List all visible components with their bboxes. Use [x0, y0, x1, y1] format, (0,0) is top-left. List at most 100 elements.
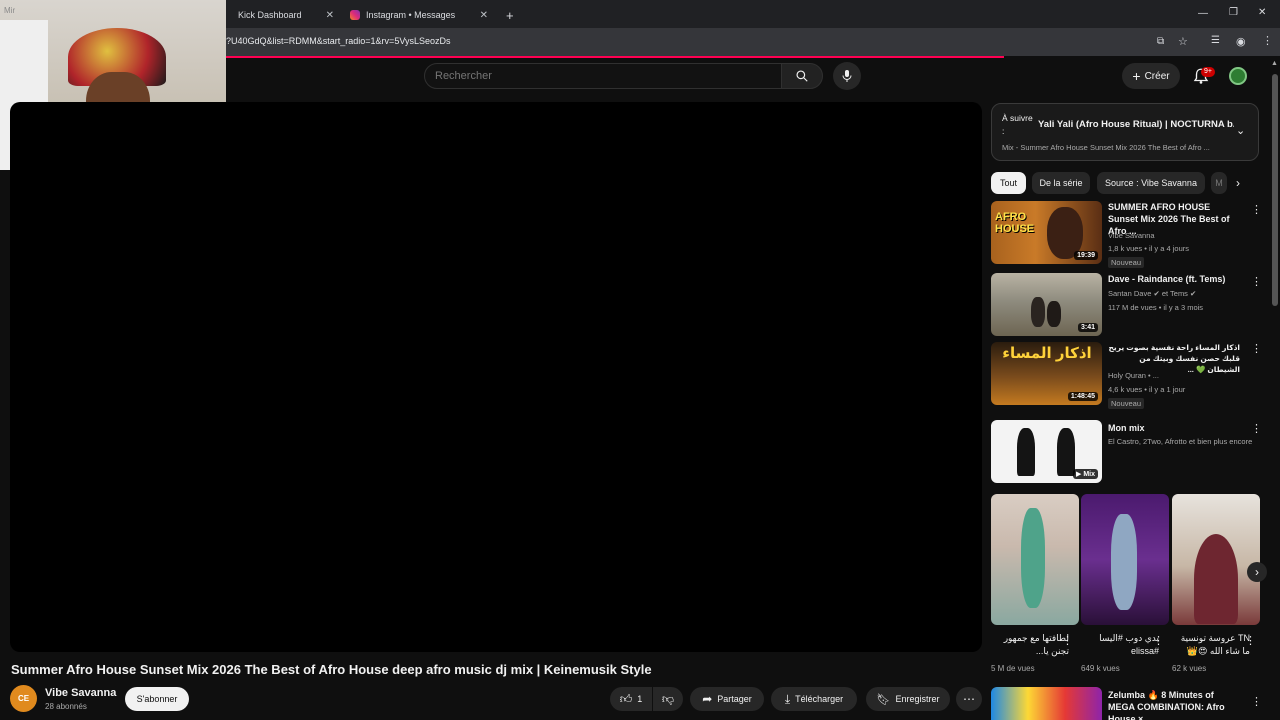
up-next-label: À suivre :: [1002, 113, 1033, 136]
subscribe-button[interactable]: S'abonner: [125, 687, 189, 711]
url-field[interactable]: ?U40GdQ&list=RDMM&start_radio=1&rv=5VysL…: [226, 36, 451, 46]
search-button[interactable]: [781, 63, 823, 89]
duration-badge: 1:48:45: [1067, 392, 1098, 401]
share-label: Partager: [717, 694, 752, 704]
create-label: Créer: [1144, 70, 1170, 82]
more-vertical-icon[interactable]: ⋮: [1153, 634, 1164, 647]
share-button[interactable]: ➦ Partager: [690, 687, 764, 711]
channel-name[interactable]: Vibe Savanna: [1108, 231, 1155, 240]
notifications-badge: 9+: [1201, 67, 1215, 77]
channel-name[interactable]: Santan Dave ✔ et Tems ✔: [1108, 289, 1196, 298]
up-next-title: Yali Yali (Afro House Ritual) | NOCTURNA…: [1038, 119, 1234, 130]
plus-icon: +: [506, 7, 514, 23]
tab-kick-dashboard[interactable]: Kick Dashboard ✕: [230, 4, 340, 26]
short-views: 62 k vues: [1172, 664, 1207, 673]
short-thumbnail[interactable]: [991, 494, 1079, 625]
thumbnail-figure: [1194, 534, 1238, 624]
like-button[interactable]: 👍︎ 1: [610, 687, 652, 711]
list-item[interactable]: 3:41 Dave - Raindance (ft. Tems) Santan …: [991, 273, 1262, 339]
install-icon[interactable]: ⧉: [1157, 36, 1164, 47]
more-vertical-icon[interactable]: ⋮: [1245, 634, 1256, 647]
video-title: Mon mix: [1108, 423, 1145, 433]
chip-de-la-serie[interactable]: De la série: [1032, 172, 1090, 194]
search-input[interactable]: [425, 64, 781, 88]
thumbnail-figure: [1047, 301, 1061, 327]
list-item[interactable]: Zelumba 🔥 8 Minutes of MEGA COMBINATION:…: [991, 687, 1261, 720]
short-views: 5 M de vues: [991, 664, 1035, 673]
up-next-subtitle: Mix - Summer Afro House Sunset Mix 2026 …: [1002, 143, 1210, 152]
chip-tout[interactable]: Tout: [991, 172, 1026, 194]
profile-icon[interactable]: ◉: [1236, 35, 1246, 48]
plus-icon: +: [1132, 68, 1141, 84]
list-item[interactable]: ▶ Mix Mon mix El Castro, 2Two, Afrotto e…: [991, 420, 1262, 486]
channel-avatar[interactable]: CE: [10, 685, 37, 712]
more-vertical-icon[interactable]: ⋮: [1251, 275, 1262, 288]
dislike-button[interactable]: 👎︎: [653, 687, 683, 711]
minimize-icon[interactable]: —: [1198, 8, 1208, 19]
more-vertical-icon[interactable]: ⋮: [1251, 342, 1262, 355]
bookmark-star-icon[interactable]: ☆: [1178, 35, 1188, 48]
close-icon[interactable]: ✕: [326, 10, 334, 21]
video-title: Dave - Raindance (ft. Tems): [1108, 274, 1226, 284]
window-close-icon[interactable]: ✕: [1258, 7, 1266, 18]
more-vertical-icon[interactable]: ⋮: [1251, 203, 1262, 216]
instagram-icon: [350, 10, 360, 20]
list-item[interactable]: AFRO HOUSE 19:39 SUMMER AFRO HOUSE Sunse…: [991, 201, 1262, 268]
scroll-up-icon[interactable]: ▲: [1271, 60, 1278, 67]
subscriber-count: 28 abonnés: [45, 702, 87, 711]
new-tab-button[interactable]: +: [506, 4, 520, 26]
maximize-icon[interactable]: ❐: [1229, 7, 1238, 18]
voice-search-button[interactable]: [833, 62, 861, 90]
channel-name: El Castro, 2Two, Afrotto et bien plus en…: [1108, 437, 1253, 446]
chevron-right-icon[interactable]: ›: [1247, 562, 1267, 582]
download-icon: ⤓: [784, 691, 791, 706]
search-box[interactable]: [424, 63, 782, 89]
video-thumbnail[interactable]: [991, 687, 1102, 720]
short-thumbnail[interactable]: [1081, 494, 1169, 625]
like-count: 1: [637, 694, 643, 704]
microphone-icon: [842, 70, 852, 82]
video-thumbnail[interactable]: AFRO HOUSE 19:39: [991, 201, 1102, 264]
thumbs-down-icon: 👎︎: [661, 691, 675, 706]
thumbnail-figure: [1111, 514, 1137, 610]
download-label: Télécharger: [795, 694, 844, 704]
more-actions-button[interactable]: ⋯: [956, 687, 982, 711]
save-button[interactable]: 🔖︎ Enregistrer: [866, 687, 950, 711]
more-vertical-icon[interactable]: ⋮: [1062, 634, 1073, 647]
short-thumbnail[interactable]: [1172, 494, 1260, 625]
tab-title: Instagram • Messages: [366, 10, 456, 20]
channel-name[interactable]: Holy Quran • ...: [1108, 371, 1159, 380]
up-next-panel[interactable]: À suivre : Yali Yali (Afro House Ritual)…: [991, 103, 1259, 161]
video-thumbnail[interactable]: اذكار المساء 1:48:45: [991, 342, 1102, 405]
video-thumbnail[interactable]: ▶ Mix: [991, 420, 1102, 483]
scrollbar-thumb[interactable]: [1272, 74, 1278, 306]
account-avatar[interactable]: [1229, 67, 1247, 85]
more-vertical-icon[interactable]: ⋮: [1251, 695, 1261, 708]
more-vertical-icon[interactable]: ⋮: [1251, 422, 1262, 435]
video-title: Zelumba 🔥 8 Minutes of MEGA COMBINATION:…: [1108, 690, 1225, 720]
download-button[interactable]: ⤓ Télécharger: [771, 687, 857, 711]
chip-more[interactable]: M: [1211, 172, 1227, 194]
short-title[interactable]: TN عروسة تونسية ما شاء الله 😍👑: [1172, 632, 1250, 658]
duration-badge: 19:39: [1074, 251, 1098, 260]
close-icon[interactable]: ✕: [480, 10, 488, 21]
tab-instagram[interactable]: Instagram • Messages ✕: [344, 4, 494, 26]
channel-name[interactable]: Vibe Savanna: [45, 687, 116, 699]
chevron-right-icon[interactable]: ›: [1236, 176, 1240, 190]
thumbnail-figure: [1021, 508, 1045, 608]
tab-title: Kick Dashboard: [238, 10, 302, 20]
chevron-down-icon[interactable]: ⌄: [1236, 124, 1245, 137]
short-title[interactable]: لطافتها مع جمهور تجنن يا...: [991, 632, 1069, 658]
browser-menu-icon[interactable]: ⋮: [1262, 34, 1273, 47]
video-thumbnail[interactable]: 3:41: [991, 273, 1102, 336]
chip-source[interactable]: Source : Vibe Savanna: [1097, 172, 1205, 194]
video-meta: 1,8 k vues • il y a 4 jours: [1108, 244, 1189, 253]
video-title: Summer Afro House Sunset Mix 2026 The Be…: [11, 662, 652, 677]
short-title[interactable]: بدي دوب #اليسا #elissa: [1081, 632, 1159, 658]
duration-badge: 3:41: [1077, 323, 1098, 332]
video-player[interactable]: [10, 102, 982, 652]
create-button[interactable]: + Créer: [1122, 63, 1180, 89]
list-item[interactable]: اذكار المساء 1:48:45 اذكار المساء راحة ن…: [991, 342, 1262, 409]
bookmark-icon: 🔖︎: [876, 693, 891, 706]
media-control-icon[interactable]: ☰: [1211, 35, 1220, 46]
